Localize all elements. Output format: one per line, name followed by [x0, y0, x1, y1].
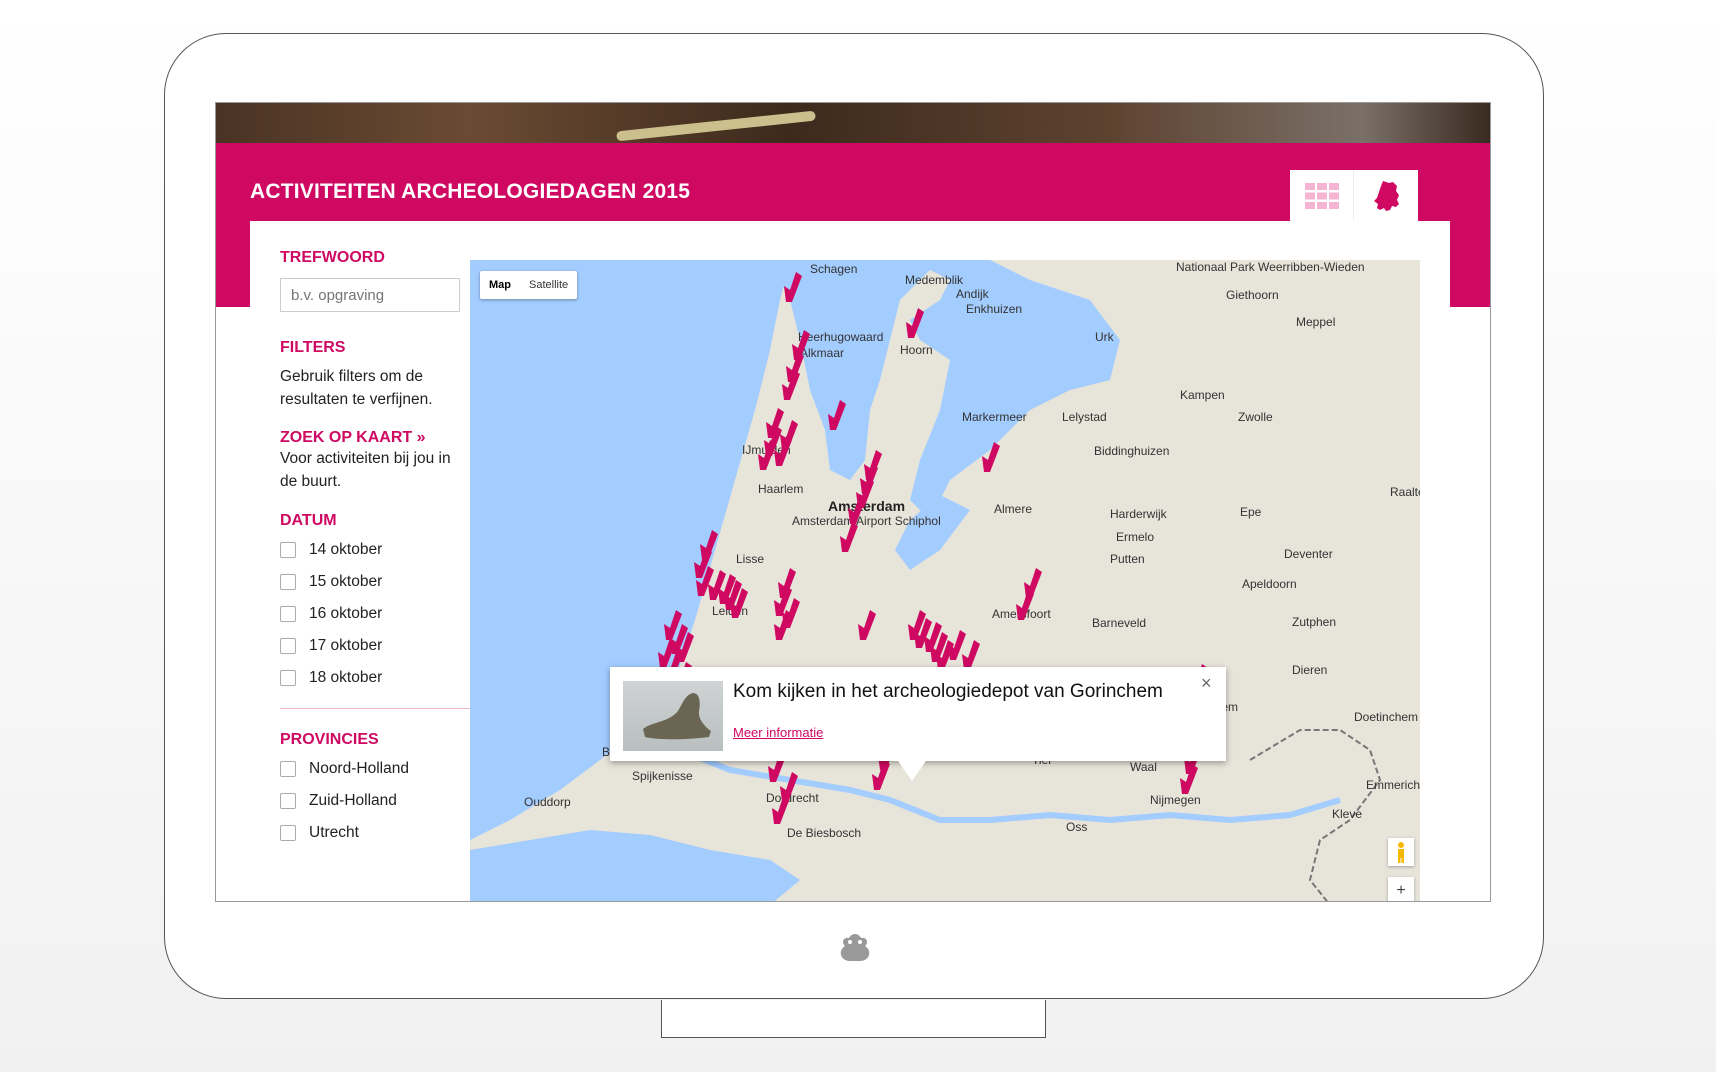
- street-view-icon: [1398, 842, 1404, 863]
- activity-markers: [658, 272, 1212, 824]
- date-label: 15 oktober: [309, 573, 383, 590]
- checkbox-box[interactable]: [280, 825, 296, 841]
- grid-icon: [1304, 183, 1339, 209]
- checkbox-box[interactable]: [280, 793, 296, 809]
- page-title: ACTIVITEITEN ARCHEOLOGIEDAGEN 2015: [250, 180, 691, 203]
- grid-view-tab[interactable]: [1290, 170, 1354, 222]
- filters-heading: FILTERS: [280, 339, 346, 356]
- date-checkbox[interactable]: 15 oktober: [280, 566, 470, 598]
- checkbox-box[interactable]: [280, 574, 296, 590]
- date-label: 16 oktober: [309, 605, 383, 622]
- keyword-input[interactable]: [280, 278, 460, 312]
- checkbox-box[interactable]: [280, 761, 296, 777]
- filter-sidebar: TREFWOORD FILTERS Gebruik filters om de …: [280, 249, 470, 849]
- checkbox-box[interactable]: [280, 638, 296, 654]
- date-checkbox[interactable]: 17 oktober: [280, 630, 470, 662]
- date-label: 14 oktober: [309, 541, 383, 558]
- activity-marker-icon[interactable]: [982, 442, 1000, 472]
- province-label: Zuid-Holland: [309, 792, 397, 809]
- date-checkbox[interactable]: 16 oktober: [280, 598, 470, 630]
- checkbox-box[interactable]: [280, 606, 296, 622]
- header-photo: [216, 103, 1490, 143]
- pegman-icon[interactable]: [1388, 838, 1414, 866]
- checkbox-box[interactable]: [280, 542, 296, 558]
- checkbox-box[interactable]: [280, 670, 296, 686]
- activity-marker-icon[interactable]: [840, 522, 858, 552]
- popup-more-info-link[interactable]: Meer informatie: [733, 725, 823, 740]
- popup-title: Kom kijken in het archeologiedepot van G…: [733, 681, 1163, 702]
- monitor-stand: [661, 1000, 1046, 1038]
- date-label: 17 oktober: [309, 637, 383, 654]
- view-switcher: [1290, 170, 1418, 222]
- activity-marker-icon[interactable]: [858, 610, 876, 640]
- map-view-tab[interactable]: [1354, 170, 1418, 222]
- frog-logo-icon: [840, 934, 870, 961]
- activity-marker-icon[interactable]: [772, 794, 790, 824]
- provinces-heading: PROVINCIES: [280, 731, 379, 748]
- map-area[interactable]: Map Satellite AmsterdamRotterdamSchagenM…: [470, 260, 1420, 901]
- zoom-in-button[interactable]: +: [1388, 877, 1414, 901]
- keyword-heading: TREFWOORD: [280, 249, 385, 266]
- province-label: Utrecht: [309, 824, 359, 841]
- artifact-icon: [643, 693, 711, 740]
- province-checkbox[interactable]: Noord-Holland: [280, 753, 470, 785]
- province-label: Noord-Holland: [309, 760, 409, 777]
- province-checkbox[interactable]: Utrecht: [280, 817, 470, 849]
- activity-marker-icon[interactable]: [906, 308, 924, 338]
- popup-close-button[interactable]: ×: [1201, 673, 1212, 694]
- map-search-text: Voor activiteiten bij jou in de buurt.: [280, 450, 451, 490]
- netherlands-map-icon: [1374, 181, 1399, 211]
- province-checkbox[interactable]: Zuid-Holland: [280, 785, 470, 817]
- map-search-link[interactable]: ZOEK OP KAART »: [280, 429, 470, 447]
- activity-marker-icon[interactable]: [780, 420, 798, 450]
- activity-marker-icon[interactable]: [962, 640, 980, 670]
- date-checkbox[interactable]: 18 oktober: [280, 662, 470, 694]
- date-heading: DATUM: [280, 512, 337, 529]
- website-screen: ACTIVITEITEN ARCHEOLOGIEDAGEN 2015 TREFW…: [215, 102, 1491, 902]
- date-checkbox[interactable]: 14 oktober: [280, 534, 470, 566]
- activity-marker-icon[interactable]: [784, 272, 802, 302]
- popup-artifact-image: [623, 681, 723, 751]
- filters-text: Gebruik filters om de resultaten te verf…: [280, 368, 433, 408]
- date-label: 18 oktober: [309, 669, 383, 686]
- popup-pointer: [898, 761, 926, 781]
- activity-marker-icon[interactable]: [1016, 590, 1034, 620]
- activity-popup: Kom kijken in het archeologiedepot van G…: [610, 667, 1226, 781]
- activity-marker-icon[interactable]: [828, 400, 846, 430]
